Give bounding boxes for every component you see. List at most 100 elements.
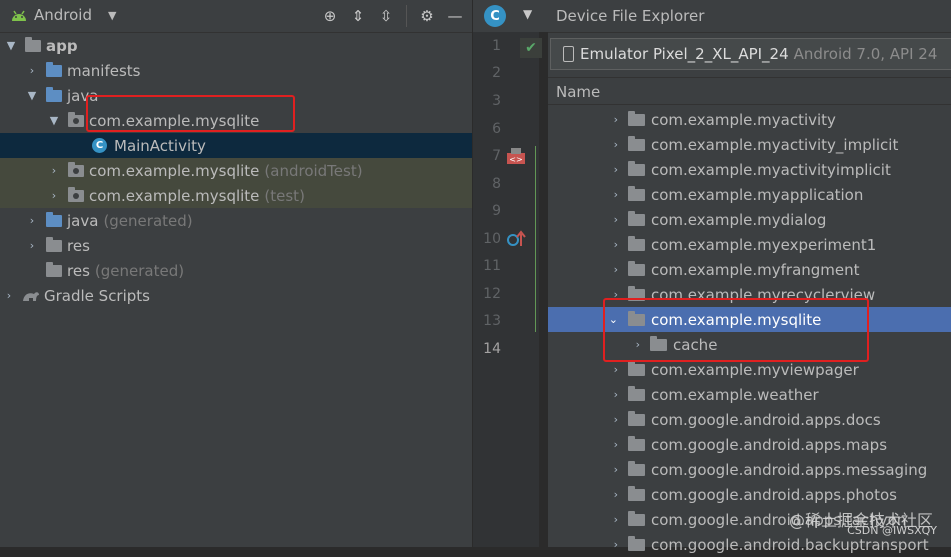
device-detail: Android 7.0, API 24 [793, 45, 938, 63]
project-panel: Android ▼ ⊕ ⇕ ⇳ ⚙ — ▼ app › manifests ▼ … [0, 0, 472, 547]
file-name: com.example.myapplication [651, 185, 864, 204]
file-name: com.example.mydialog [651, 210, 827, 229]
device-selector[interactable]: Emulator Pixel_2_XL_API_24 Android 7.0, … [550, 38, 951, 70]
chevron-right-icon[interactable]: › [596, 238, 618, 251]
tree-node-java-generated[interactable]: › java (generated) [0, 208, 472, 233]
class-icon: C [92, 138, 107, 153]
tree-node-res-generated[interactable]: res (generated) [0, 258, 472, 283]
line-number: 11 [483, 258, 501, 274]
tree-node-package-androidtest[interactable]: › com.example.mysqlite (androidTest) [0, 158, 472, 183]
folder-icon [45, 86, 63, 103]
tree-node-package-test[interactable]: › com.example.mysqlite (test) [0, 183, 472, 208]
class-file-tab[interactable]: C [484, 5, 506, 27]
chevron-right-icon[interactable]: › [25, 64, 39, 77]
line-number: 1 [492, 38, 501, 54]
file-row[interactable]: › com.example.mydialog [548, 207, 951, 232]
android-icon [12, 10, 26, 21]
chevron-right-icon[interactable]: › [47, 189, 61, 202]
file-row[interactable]: › com.example.myfrangment [548, 257, 951, 282]
chevron-right-icon[interactable]: › [596, 213, 618, 226]
check-icon[interactable]: ✔ [520, 38, 542, 58]
folder-icon [628, 160, 645, 176]
chevron-right-icon[interactable]: › [596, 463, 618, 476]
name-column-header[interactable]: Name [548, 77, 951, 105]
file-row[interactable]: › com.google.android.apps.messaging [548, 457, 951, 482]
tree-suffix: (generated) [94, 261, 185, 280]
tree-label: res [67, 261, 90, 280]
watermark-sub: CSDN @IWSXQY [847, 524, 937, 537]
file-name: com.example.myactivity [651, 110, 836, 129]
folder-icon [628, 510, 645, 526]
folder-icon [628, 110, 645, 126]
chevron-right-icon[interactable]: › [25, 214, 39, 227]
xml-layout-gutter-icon[interactable]: <> [506, 147, 526, 165]
tree-node-manifests[interactable]: › manifests [0, 58, 472, 83]
chevron-right-icon[interactable]: › [596, 138, 618, 151]
tree-node-res[interactable]: › res [0, 233, 472, 258]
chevron-right-icon[interactable]: › [25, 239, 39, 252]
file-row[interactable]: › com.example.myactivity [548, 107, 951, 132]
file-name: com.example.weather [651, 385, 819, 404]
res-folder-icon [45, 261, 63, 278]
chevron-down-icon[interactable]: ▼ [523, 7, 532, 21]
chevron-right-icon[interactable]: › [596, 438, 618, 451]
file-row[interactable]: › com.example.myactivity_implicit [548, 132, 951, 157]
tree-node-gradle-scripts[interactable]: › Gradle Scripts [0, 283, 472, 308]
package-icon [67, 111, 85, 128]
file-row[interactable]: › com.example.myexperiment1 [548, 232, 951, 257]
annotation-box [86, 95, 295, 132]
chevron-right-icon[interactable]: › [596, 388, 618, 401]
file-row[interactable]: › com.example.weather [548, 382, 951, 407]
chevron-right-icon[interactable]: › [596, 488, 618, 501]
file-name: com.example.myactivity_implicit [651, 135, 899, 154]
folder-icon [628, 410, 645, 426]
chevron-right-icon[interactable]: › [47, 164, 61, 177]
chevron-down-icon[interactable]: ▼ [25, 89, 39, 102]
chevron-right-icon[interactable]: › [596, 188, 618, 201]
package-icon [67, 161, 85, 178]
package-icon [67, 186, 85, 203]
res-folder-icon [45, 236, 63, 253]
tree-node-mainactivity[interactable]: C MainActivity [0, 133, 472, 158]
phone-icon [563, 46, 574, 62]
chevron-right-icon[interactable]: › [596, 113, 618, 126]
tree-label: res [67, 236, 90, 255]
annotation-box [603, 298, 869, 362]
file-row[interactable]: › com.example.myapplication [548, 182, 951, 207]
file-name: com.example.myviewpager [651, 360, 859, 379]
chevron-right-icon[interactable]: › [596, 263, 618, 276]
chevron-right-icon[interactable]: › [596, 163, 618, 176]
locate-icon[interactable]: ⊕ [319, 5, 341, 27]
chevron-right-icon[interactable]: › [596, 538, 618, 551]
file-name: com.google.android.apps.maps [651, 435, 888, 454]
chevron-right-icon[interactable]: › [596, 363, 618, 376]
project-view-selector[interactable]: Android ▼ [10, 6, 116, 24]
line-number: 2 [492, 65, 501, 81]
toolbar-divider [406, 5, 407, 27]
chevron-right-icon[interactable]: › [596, 413, 618, 426]
override-gutter-icon[interactable] [506, 230, 526, 248]
file-row[interactable]: › com.google.android.apps.docs [548, 407, 951, 432]
folder-icon [628, 210, 645, 226]
dfe-title: Device File Explorer [548, 0, 951, 33]
file-row[interactable]: › com.google.android.apps.photos [548, 482, 951, 507]
folder-icon [628, 135, 645, 151]
line-number: 9 [492, 203, 501, 219]
expand-all-icon[interactable]: ⇕ [347, 5, 369, 27]
file-row[interactable]: › com.google.android.apps.maps [548, 432, 951, 457]
line-number: 6 [492, 121, 501, 137]
chevron-right-icon[interactable]: › [2, 289, 16, 302]
tree-node-app[interactable]: ▼ app [0, 33, 472, 58]
chevron-down-icon[interactable]: ▼ [4, 39, 18, 52]
hide-icon[interactable]: — [444, 5, 466, 27]
chevron-down-icon[interactable]: ▼ [47, 114, 61, 127]
generated-folder-icon [45, 211, 63, 228]
chevron-right-icon[interactable]: › [596, 513, 618, 526]
gear-icon[interactable]: ⚙ [416, 5, 438, 27]
file-row[interactable]: › com.example.myactivityimplicit [548, 157, 951, 182]
tree-label: app [46, 36, 78, 55]
device-file-explorer: Device File Explorer Emulator Pixel_2_XL… [548, 0, 951, 554]
file-name: com.example.myfrangment [651, 260, 860, 279]
collapse-all-icon[interactable]: ⇳ [375, 5, 397, 27]
svg-text:<>: <> [509, 155, 522, 164]
